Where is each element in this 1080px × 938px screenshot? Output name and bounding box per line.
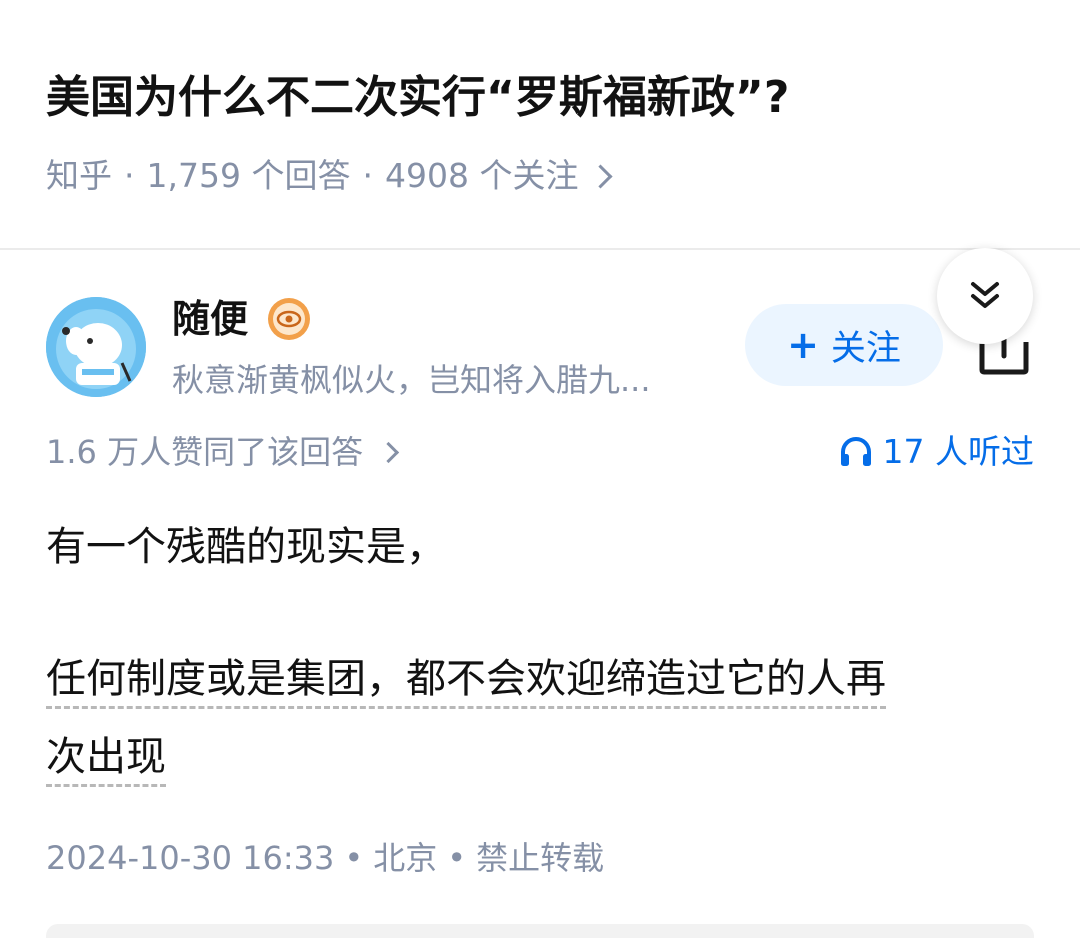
answer-highlight[interactable]: 任何制度或是集团，都不会欢迎缔造过它的人再: [46, 656, 886, 709]
answer-paragraph: 任何制度或是集团，都不会欢迎缔造过它的人再: [46, 640, 1036, 718]
bottom-card-edge: [46, 924, 1034, 938]
collapse-button[interactable]: [937, 248, 1033, 344]
separator-dot: •: [344, 839, 364, 877]
answer-paragraph: 次出现: [46, 718, 1036, 796]
vote-count[interactable]: 1.6 万人赞同了该回答: [46, 428, 400, 476]
answer-highlight[interactable]: 次出现: [46, 734, 166, 787]
avatar-image: [46, 297, 146, 397]
listen-button[interactable]: 17 人听过: [839, 428, 1034, 476]
author-name[interactable]: 随便: [172, 292, 312, 346]
listen-count: 17 人听过: [882, 432, 1034, 471]
double-chevron-down-icon: [971, 282, 999, 308]
plus-icon: +: [787, 323, 819, 367]
author-bio: 秋意渐黄枫似火，岂知将入腊九...: [172, 361, 651, 399]
source-label: 知乎: [46, 156, 112, 195]
chevron-right-icon: [588, 163, 613, 189]
question-meta[interactable]: 知乎 · 1,759 个回答 · 4908 个关注: [46, 152, 613, 200]
follower-count: 4908 个关注: [384, 156, 579, 195]
separator-dot: ·: [362, 156, 373, 195]
separator-dot: •: [447, 839, 467, 877]
answer-content[interactable]: 有一个残酷的现实是， 任何制度或是集团，都不会欢迎缔造过它的人再 次出现: [46, 508, 1036, 796]
answer-count: 1,759 个回答: [146, 156, 351, 195]
copyright-note: 禁止转载: [476, 839, 605, 877]
avatar[interactable]: [46, 297, 146, 397]
answer-footer: 2024-10-30 16:33 • 北京 • 禁止转载: [46, 834, 604, 882]
separator-dot: ·: [124, 156, 135, 195]
answer-date: 2024-10-30 16:33: [46, 839, 335, 877]
answer-location: 北京: [373, 839, 438, 877]
eye-badge-icon: [268, 298, 311, 340]
author-name-text: 随便: [172, 297, 249, 341]
answer-paragraph: 有一个残酷的现实是，: [46, 524, 446, 570]
divider: [0, 248, 1080, 250]
vote-count-text: 1.6 万人赞同了该回答: [46, 433, 364, 471]
chevron-right-icon: [377, 441, 400, 463]
question-title[interactable]: 美国为什么不二次实行“罗斯福新政”?: [46, 66, 789, 130]
follow-button[interactable]: + 关注: [745, 304, 943, 386]
headphones-icon: [840, 437, 871, 466]
follow-label: 关注: [830, 328, 901, 369]
